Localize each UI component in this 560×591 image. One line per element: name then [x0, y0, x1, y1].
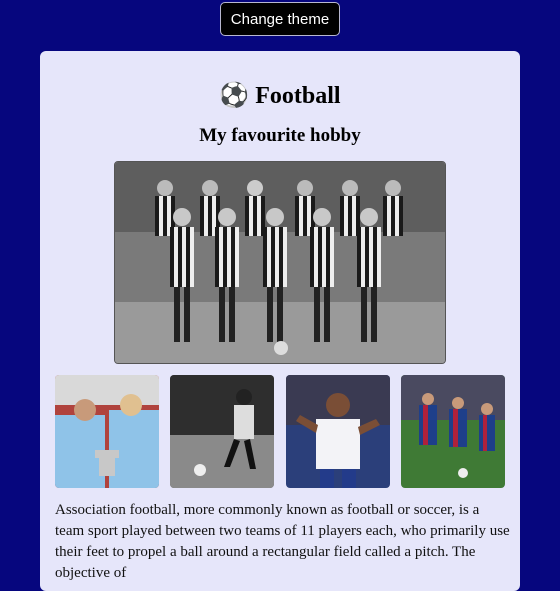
page-subtitle: My favourite hobby	[199, 125, 361, 146]
team-photo	[114, 161, 446, 364]
soccer-ball-icon: ⚽	[219, 83, 250, 109]
womens-player-photo	[286, 375, 390, 488]
page-title: ⚽ Football	[0, 80, 560, 112]
change-theme-button[interactable]: Change theme	[220, 2, 340, 36]
trophy-celebration-photo	[55, 375, 159, 488]
club-players-photo	[401, 375, 505, 488]
vintage-match-photo	[170, 375, 274, 488]
page-title-text: Football	[255, 83, 341, 109]
description-paragraph: Association football, more commonly know…	[55, 502, 510, 581]
